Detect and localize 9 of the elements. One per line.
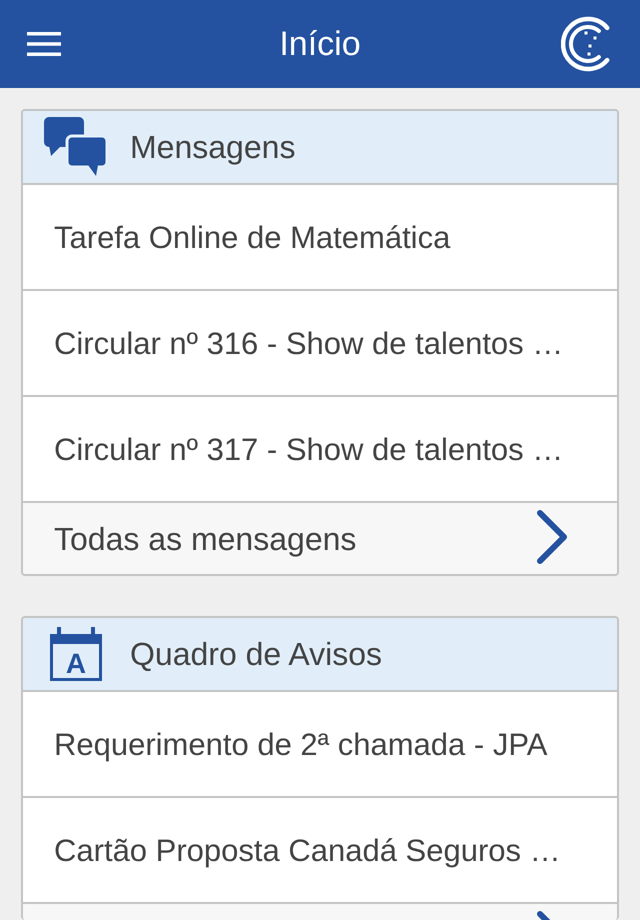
see-all-link[interactable]: Todas as mensagens [23, 501, 617, 574]
chevron-icon [536, 509, 568, 565]
chat-bubbles-icon [44, 117, 108, 177]
section-title: Quadro de Avisos [130, 638, 382, 670]
chevron-icon [536, 910, 551, 920]
menu-button[interactable] [27, 32, 61, 56]
section-title: Mensagens [130, 131, 296, 163]
menu-icon [27, 32, 61, 56]
page-title: Início [279, 27, 361, 61]
